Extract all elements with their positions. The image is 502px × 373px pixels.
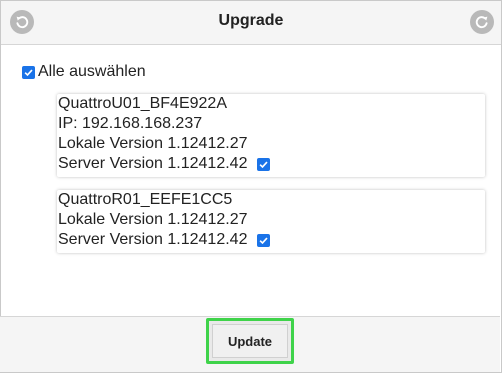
device-local-version: Lokale Version 1.12412.27 — [58, 211, 248, 228]
device-server-version-row: Server Version 1.12412.42 — [57, 230, 485, 250]
checkmark-icon — [260, 236, 269, 244]
device-server-version: Server Version 1.12412.42 — [58, 155, 248, 172]
page-title: Upgrade — [218, 12, 284, 29]
device-card: QuattroU01_BF4E922A IP: 192.168.168.237 … — [57, 94, 485, 177]
device-name: QuattroU01_BF4E922A — [58, 95, 227, 112]
device-update-checkbox[interactable] — [257, 157, 271, 171]
select-all-label: Alle auswählen — [38, 63, 146, 80]
select-all-checkbox[interactable] — [22, 65, 35, 79]
checkmark-icon — [24, 68, 33, 76]
select-all-row[interactable]: Alle auswählen — [22, 63, 146, 81]
refresh-button[interactable] — [470, 10, 494, 34]
header-bar: Upgrade — [1, 1, 501, 45]
device-server-version-row: Server Version 1.12412.42 — [57, 154, 485, 174]
device-update-checkbox[interactable] — [257, 233, 271, 247]
device-ip: IP: 192.168.168.237 — [58, 115, 203, 132]
device-name: QuattroR01_EEFE1CC5 — [58, 191, 233, 208]
checkmark-icon — [260, 160, 269, 168]
update-button[interactable]: Update — [212, 324, 288, 358]
device-card: QuattroR01_EEFE1CC5 Lokale Version 1.124… — [57, 190, 485, 253]
device-local-version: Lokale Version 1.12412.27 — [58, 135, 248, 152]
device-server-version: Server Version 1.12412.42 — [58, 231, 248, 248]
refresh-icon — [475, 16, 488, 29]
